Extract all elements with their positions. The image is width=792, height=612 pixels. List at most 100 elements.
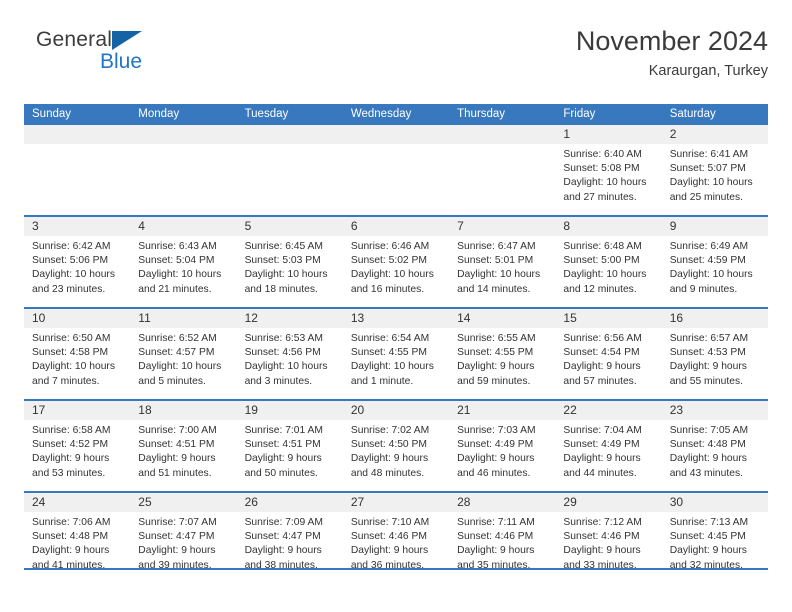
- sunset-text: Sunset: 4:59 PM: [669, 255, 746, 267]
- day-number: 28: [457, 495, 471, 509]
- day-cell[interactable]: 1 Sunrise: 6:40 AM Sunset: 5:08 PM Daylight…: [555, 125, 662, 215]
- daylight-text: Daylight: 9 hours and 44 minutes.: [563, 453, 641, 479]
- day-number: 17: [32, 403, 46, 417]
- day-sun-info: Sunrise: 6:58 AM Sunset: 4:52 PM Daylight:…: [24, 420, 130, 481]
- day-cell[interactable]: 7 Sunrise: 6:47 AM Sunset: 5:01 PM Daylight…: [449, 217, 556, 307]
- day-sun-info: Sunrise: 7:09 AM Sunset: 4:47 PM Daylight:…: [237, 512, 343, 573]
- daylight-text: Daylight: 10 hours and 16 minutes.: [350, 269, 434, 295]
- day-cell[interactable]: 19 Sunrise: 7:01 AM Sunset: 4:51 PM Dayligh…: [236, 401, 343, 491]
- sunrise-text: Sunrise: 7:02 AM: [350, 425, 430, 436]
- day-cell[interactable]: 16 Sunrise: 6:57 AM Sunset: 4:53 PM Dayligh…: [661, 309, 768, 399]
- day-cell[interactable]: 11 Sunrise: 6:52 AM Sunset: 4:57 PM Dayligh…: [130, 309, 237, 399]
- sunset-text: Sunset: 4:46 PM: [457, 531, 534, 543]
- day-cell[interactable]: 14 Sunrise: 6:55 AM Sunset: 4:55 PM Dayligh…: [449, 309, 556, 399]
- day-number: 4: [138, 219, 145, 233]
- day-number: 10: [32, 311, 46, 325]
- calendar-weeks: 1 Sunrise: 6:40 AM Sunset: 5:08 PM Daylight…: [24, 125, 768, 583]
- weekday-header-wednesday: Wednesday: [350, 108, 412, 120]
- day-number: 9: [669, 219, 677, 233]
- day-number-band: 30: [661, 493, 768, 512]
- day-cell[interactable]: 12 Sunrise: 6:53 AM Sunset: 4:56 PM Dayligh…: [236, 309, 343, 399]
- day-number-band: 14: [449, 309, 556, 328]
- day-number: 27: [350, 495, 365, 509]
- day-cell[interactable]: 4 Sunrise: 6:43 AM Sunset: 5:04 PM Daylight…: [130, 217, 237, 307]
- daylight-text: Daylight: 9 hours and 48 minutes.: [350, 453, 429, 479]
- daylight-text: Daylight: 9 hours and 57 minutes.: [563, 361, 641, 387]
- sunrise-text: Sunrise: 6:47 AM: [457, 241, 536, 252]
- day-number-band: 21: [449, 401, 556, 420]
- sunrise-text: Sunrise: 7:13 AM: [669, 517, 749, 528]
- weekday-header-monday: Monday: [138, 108, 180, 120]
- day-cell[interactable]: 6 Sunrise: 6:46 AM Sunset: 5:02 PM Daylight…: [342, 217, 450, 307]
- day-number: 25: [138, 495, 152, 509]
- sunrise-text: Sunrise: 7:12 AM: [563, 517, 642, 528]
- general-blue-logo[interactable]: General Blue: [36, 28, 166, 80]
- sunset-text: Sunset: 4:57 PM: [138, 347, 215, 359]
- sunrise-text: Sunrise: 6:48 AM: [563, 241, 642, 252]
- day-number-band: [130, 125, 237, 144]
- day-number-band: 20: [342, 401, 450, 420]
- day-cell[interactable]: 8 Sunrise: 6:48 AM Sunset: 5:00 PM Daylight…: [555, 217, 662, 307]
- daylight-text: Daylight: 10 hours and 25 minutes.: [669, 177, 753, 203]
- day-cell-empty: [236, 125, 343, 215]
- sunrise-text: Sunrise: 6:53 AM: [244, 333, 323, 344]
- daylight-text: Daylight: 10 hours and 21 minutes.: [138, 269, 222, 295]
- day-number: 15: [563, 311, 577, 325]
- day-sun-info: Sunrise: 7:06 AM Sunset: 4:48 PM Daylight:…: [24, 512, 130, 573]
- day-cell[interactable]: 22 Sunrise: 7:04 AM Sunset: 4:49 PM Dayligh…: [555, 401, 662, 491]
- day-number-band: 19: [236, 401, 343, 420]
- day-sun-info: Sunrise: 6:41 AM Sunset: 5:07 PM Daylight:…: [662, 144, 768, 205]
- logo-text-blue: Blue: [100, 50, 143, 73]
- day-number-band: 13: [342, 309, 450, 328]
- day-cell[interactable]: 3 Sunrise: 6:42 AM Sunset: 5:06 PM Daylight…: [24, 217, 131, 307]
- sunrise-text: Sunrise: 6:40 AM: [563, 149, 642, 160]
- day-sun-info: Sunrise: 6:47 AM Sunset: 5:01 PM Daylight:…: [449, 236, 555, 297]
- day-number-band: 3: [24, 217, 131, 236]
- day-cell[interactable]: 17 Sunrise: 6:58 AM Sunset: 4:52 PM Dayligh…: [24, 401, 131, 491]
- weekday-header-tuesday: Tuesday: [244, 108, 289, 120]
- day-number: 22: [563, 403, 577, 417]
- day-cell-empty: [24, 125, 131, 215]
- day-cell[interactable]: 9 Sunrise: 6:49 AM Sunset: 4:59 PM Daylight…: [661, 217, 768, 307]
- weekday-header-sunday: Sunday: [32, 108, 72, 120]
- day-sun-info: Sunrise: 6:54 AM Sunset: 4:55 PM Daylight:…: [343, 328, 449, 389]
- daylight-text: Daylight: 9 hours and 53 minutes.: [32, 453, 110, 479]
- day-number: 30: [669, 495, 684, 509]
- day-number-band: 28: [449, 493, 556, 512]
- day-sun-info: Sunrise: 6:45 AM Sunset: 5:03 PM Daylight:…: [237, 236, 343, 297]
- day-number-band: 6: [342, 217, 450, 236]
- day-number-band: 11: [130, 309, 237, 328]
- day-cell[interactable]: 2 Sunrise: 6:41 AM Sunset: 5:07 PM Daylight…: [661, 125, 768, 215]
- day-cell[interactable]: 20 Sunrise: 7:02 AM Sunset: 4:50 PM Dayligh…: [342, 401, 450, 491]
- day-number-band: 23: [661, 401, 768, 420]
- sunset-text: Sunset: 5:06 PM: [32, 255, 109, 267]
- day-cell-empty: [342, 125, 450, 215]
- day-cell[interactable]: 18 Sunrise: 7:00 AM Sunset: 4:51 PM Dayligh…: [130, 401, 237, 491]
- day-cell[interactable]: 10 Sunrise: 6:50 AM Sunset: 4:58 PM Dayligh…: [24, 309, 131, 399]
- day-sun-info: Sunrise: 6:53 AM Sunset: 4:56 PM Daylight:…: [237, 328, 343, 389]
- sunset-text: Sunset: 4:47 PM: [138, 531, 215, 543]
- day-number-band: 12: [236, 309, 343, 328]
- calendar-page: General Blue November 2024 Karaurgan, Tu…: [0, 0, 792, 612]
- day-number-band: 25: [130, 493, 237, 512]
- day-cell[interactable]: 13 Sunrise: 6:54 AM Sunset: 4:55 PM Dayligh…: [342, 309, 450, 399]
- day-sun-info: Sunrise: 7:10 AM Sunset: 4:46 PM Daylight:…: [343, 512, 449, 573]
- sunrise-text: Sunrise: 7:11 AM: [457, 517, 535, 528]
- day-cell[interactable]: 15 Sunrise: 6:56 AM Sunset: 4:54 PM Dayligh…: [555, 309, 662, 399]
- day-number: 26: [244, 495, 258, 509]
- day-cell[interactable]: 5 Sunrise: 6:45 AM Sunset: 5:03 PM Daylight…: [236, 217, 343, 307]
- sunrise-text: Sunrise: 6:54 AM: [350, 333, 430, 344]
- day-number-band: 16: [661, 309, 768, 328]
- day-cell[interactable]: 23 Sunrise: 7:05 AM Sunset: 4:48 PM Dayligh…: [661, 401, 768, 491]
- day-number: 24: [32, 495, 46, 509]
- sunset-text: Sunset: 5:07 PM: [669, 163, 746, 175]
- day-sun-info: Sunrise: 7:02 AM Sunset: 4:50 PM Daylight:…: [343, 420, 449, 481]
- day-cell[interactable]: 21 Sunrise: 7:03 AM Sunset: 4:49 PM Dayligh…: [449, 401, 556, 491]
- calendar-week-row: 1 Sunrise: 6:40 AM Sunset: 5:08 PM Daylight…: [24, 125, 768, 215]
- sunset-text: Sunset: 4:58 PM: [32, 347, 109, 359]
- sunrise-text: Sunrise: 6:56 AM: [563, 333, 642, 344]
- daylight-text: Daylight: 9 hours and 51 minutes.: [138, 453, 216, 479]
- day-sun-info: Sunrise: 7:04 AM Sunset: 4:49 PM Daylight:…: [555, 420, 661, 481]
- sunset-text: Sunset: 4:48 PM: [669, 439, 746, 451]
- weekday-header-row: Sunday Monday Tuesday Wednesday Thursday Frid…: [24, 104, 768, 125]
